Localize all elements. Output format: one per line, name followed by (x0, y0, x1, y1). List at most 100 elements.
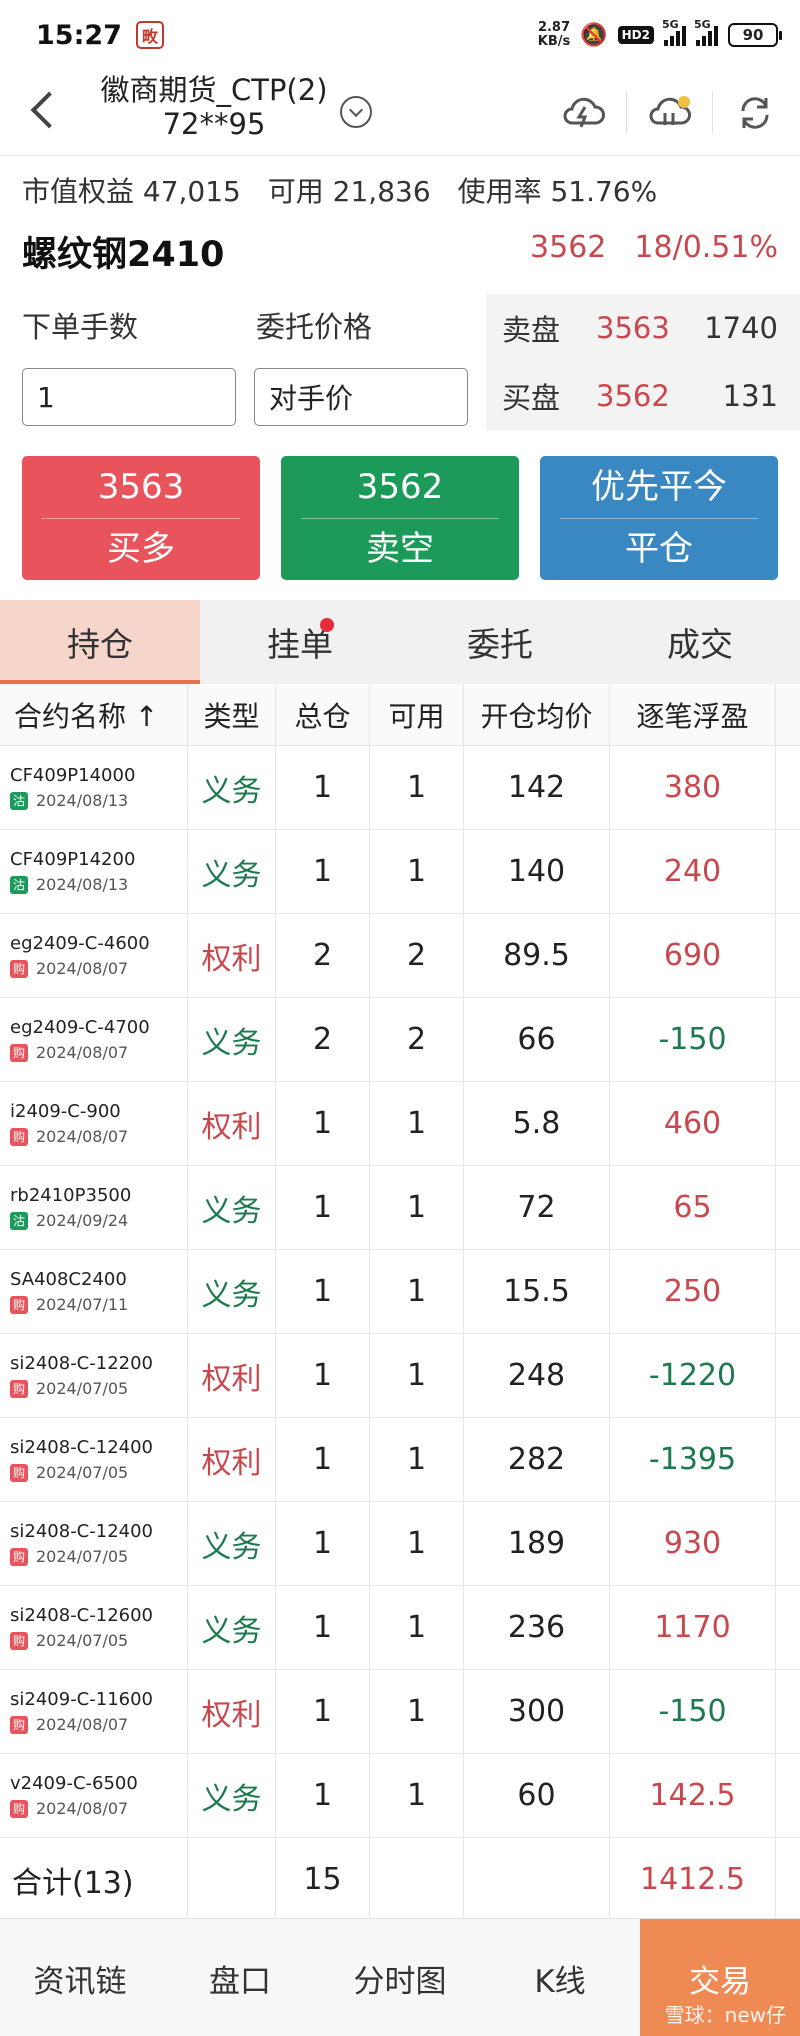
account-id: 72**95 (162, 107, 266, 141)
mute-icon: 🔕 (580, 22, 608, 48)
total-cell: 1 (276, 1502, 370, 1585)
available-cell: 1 (370, 1670, 464, 1753)
type-cell: 义务 (188, 1754, 276, 1837)
contract-quote: 3562 18/0.51% (502, 230, 778, 265)
open-date: 2024/07/05 (36, 1630, 129, 1650)
available-cell: 1 (370, 830, 464, 913)
col-available[interactable]: 可用 (370, 684, 464, 745)
total-cell: 1 (276, 1334, 370, 1417)
contract-cell: eg2409-C-4600 购 2024/08/07 (0, 914, 188, 997)
available-cell: 1 (370, 1250, 464, 1333)
col-total[interactable]: 总仓 (276, 684, 370, 745)
total-cell: 2 (276, 998, 370, 1081)
pnl-cell: 240 (610, 830, 776, 913)
contract-cell: i2409-C-900 购 2024/08/07 (0, 1082, 188, 1165)
type-cell: 义务 (188, 1502, 276, 1585)
app-notification-icon: 畋 (135, 21, 164, 49)
total-cell: 1 (276, 1418, 370, 1501)
table-row[interactable]: si2408-C-12200 购 2024/07/05 权利 1 1 248 -1220 (0, 1334, 800, 1418)
app-header: 徽商期货_CTP(2) 72**95 (0, 70, 800, 156)
col-pnl[interactable]: 逐笔浮盈 (610, 684, 776, 745)
nav-kline[interactable]: K线 (480, 1919, 640, 2036)
available-cell: 1 (370, 1502, 464, 1585)
available-cell: 1 (370, 1166, 464, 1249)
table-row[interactable]: eg2409-C-4700 购 2024/08/07 义务 2 2 66 -150 (0, 998, 800, 1082)
contract-code: si2408-C-12400 (10, 1520, 154, 1542)
table-row[interactable]: si2408-C-12400 购 2024/07/05 权利 1 1 282 -1395 (0, 1418, 800, 1502)
tab-positions[interactable]: 持仓 (0, 600, 200, 684)
back-button[interactable] (18, 80, 68, 140)
open-date: 2024/08/07 (36, 1126, 129, 1146)
total-cell: 1 (276, 830, 370, 913)
type-cell: 义务 (188, 746, 276, 829)
contract-code: si2409-C-11600 (10, 1688, 154, 1710)
notification-dot (678, 96, 690, 108)
last-price: 3562 (530, 230, 607, 265)
table-row[interactable]: eg2409-C-4600 购 2024/08/07 权利 2 2 89.5 690 (0, 914, 800, 998)
table-row[interactable]: rb2410P3500 沽 2024/09/24 义务 1 1 72 65 (0, 1166, 800, 1250)
quantity-label: 下单手数 (22, 310, 139, 344)
sell-short-button[interactable]: 3562 卖空 (281, 456, 519, 580)
avg-price-cell: 189 (464, 1502, 610, 1585)
table-row[interactable]: si2409-C-11600 购 2024/08/07 权利 1 1 300 -150 (0, 1670, 800, 1754)
nav-intraday[interactable]: 分时图 (320, 1919, 480, 2036)
tab-trades[interactable]: 成交 (600, 600, 800, 684)
table-row[interactable]: CF409P14000 沽 2024/08/13 义务 1 1 142 380 (0, 746, 800, 830)
total-cell: 1 (276, 1250, 370, 1333)
avg-price-cell: 89.5 (464, 914, 610, 997)
quantity-input[interactable]: 1 (22, 368, 236, 426)
type-cell: 义务 (188, 998, 276, 1081)
option-side-badge: 沽 (10, 1211, 28, 1230)
hd-icon: HD2 (617, 26, 654, 44)
table-row[interactable]: i2409-C-900 购 2024/08/07 权利 1 1 5.8 460 (0, 1082, 800, 1166)
option-side-badge: 购 (10, 1463, 28, 1482)
avg-price-cell: 248 (464, 1334, 610, 1417)
account-selector[interactable]: 徽商期货_CTP(2) 72**95 (84, 72, 344, 140)
contract-cell: si2408-C-12400 购 2024/07/05 (0, 1418, 188, 1501)
open-date: 2024/07/05 (36, 1462, 129, 1482)
pnl-cell: 250 (610, 1250, 776, 1333)
cloud-lightning-icon[interactable] (552, 82, 614, 144)
table-row[interactable]: v2409-C-6500 购 2024/08/07 义务 1 1 60 142.5 (0, 1754, 800, 1838)
contract-name[interactable]: 螺纹钢2410 (22, 226, 224, 277)
total-cell: 1 (276, 746, 370, 829)
col-avg-price[interactable]: 开仓均价 (464, 684, 610, 745)
option-side-badge: 沽 (10, 875, 28, 894)
contract-cell: v2409-C-6500 购 2024/08/07 (0, 1754, 188, 1837)
buy-long-button[interactable]: 3563 买多 (22, 456, 260, 580)
avg-price-cell: 5.8 (464, 1082, 610, 1165)
close-position-button[interactable]: 优先平今 平仓 (540, 456, 778, 580)
bid-row[interactable]: 买盘 3562 131 (486, 362, 800, 430)
refresh-icon[interactable] (724, 82, 786, 144)
ask-volume: 1740 (704, 311, 778, 345)
table-row[interactable]: CF409P14200 沽 2024/08/13 义务 1 1 140 240 (0, 830, 800, 914)
positions-table: 合约名称 ↑ 类型 总仓 可用 开仓均价 逐笔浮盈 CF409P14000 沽 20… (0, 684, 800, 1922)
tab-orders[interactable]: 委托 (400, 600, 600, 684)
chevron-down-icon[interactable] (340, 96, 372, 128)
table-row[interactable]: si2408-C-12600 购 2024/07/05 义务 1 1 236 1170 (0, 1586, 800, 1670)
tab-pending[interactable]: 挂单 (200, 600, 400, 684)
option-side-badge: 购 (10, 1043, 28, 1062)
open-date: 2024/08/07 (36, 1714, 129, 1734)
open-date: 2024/07/11 (36, 1294, 129, 1314)
col-contract-name[interactable]: 合约名称 ↑ (0, 684, 188, 745)
cloud-sync-icon[interactable] (638, 82, 700, 144)
type-cell: 义务 (188, 1586, 276, 1669)
nav-depth[interactable]: 盘口 (160, 1919, 320, 2036)
option-side-badge: 购 (10, 1631, 28, 1650)
col-type[interactable]: 类型 (188, 684, 276, 745)
order-book: 卖盘 3563 1740 买盘 3562 131 (486, 294, 800, 430)
table-header: 合约名称 ↑ 类型 总仓 可用 开仓均价 逐笔浮盈 (0, 684, 800, 746)
price-type-input[interactable]: 对手价 (254, 368, 468, 426)
option-side-badge: 购 (10, 1379, 28, 1398)
type-cell: 权利 (188, 1418, 276, 1501)
table-row[interactable]: SA408C2400 购 2024/07/11 义务 1 1 15.5 250 (0, 1250, 800, 1334)
open-date: 2024/07/05 (36, 1378, 129, 1398)
bid-price: 3562 (596, 379, 670, 413)
table-row[interactable]: si2408-C-12400 购 2024/07/05 义务 1 1 189 930 (0, 1502, 800, 1586)
total-qty: 15 (276, 1838, 370, 1921)
available-cell: 1 (370, 1418, 464, 1501)
ask-row[interactable]: 卖盘 3563 1740 (486, 294, 800, 362)
nav-news[interactable]: 资讯链 (0, 1919, 160, 2036)
pnl-cell: 930 (610, 1502, 776, 1585)
